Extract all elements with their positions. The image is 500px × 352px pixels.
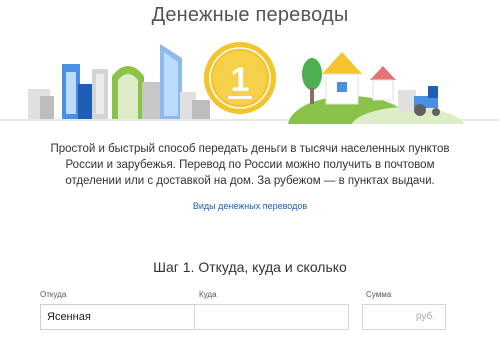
to-label: Куда (199, 290, 217, 299)
house-roof (322, 52, 362, 74)
small-house-icon (372, 79, 394, 101)
small-house-roof (370, 66, 396, 80)
building-gray-6 (192, 100, 210, 119)
tree-icon (302, 58, 322, 90)
currency-suffix: руб. (416, 311, 436, 322)
house-window (337, 82, 347, 92)
intro-description: Простой и быстрый способ передать деньги… (50, 143, 450, 187)
building-gray-window (96, 74, 104, 114)
building-gray-4 (142, 82, 160, 119)
tractor-wheel-back (414, 104, 426, 116)
to-input[interactable] (194, 304, 349, 330)
tower-blue-window (164, 52, 178, 116)
hero-illustration: 1 (0, 42, 500, 124)
tractor-wheel-front (432, 108, 440, 116)
coin-underline (228, 96, 252, 99)
amount-label: Сумма (366, 290, 392, 299)
step-title: Шаг 1. Откуда, куда и сколько (153, 259, 347, 275)
tree-trunk (310, 88, 314, 104)
building-blue-window (66, 72, 76, 114)
building-blue-2 (78, 84, 92, 119)
building-green-arch-inner (118, 74, 138, 119)
building-gray-2 (40, 96, 54, 119)
from-label: Откуда (40, 290, 67, 299)
building-gray-right (398, 90, 416, 112)
transfer-types-link[interactable]: Виды денежных переводов (0, 201, 500, 211)
tractor-cab (428, 86, 438, 98)
page-title: Денежные переводы (151, 4, 349, 26)
from-input[interactable] (40, 304, 195, 330)
coin-label: 1 (231, 61, 250, 99)
